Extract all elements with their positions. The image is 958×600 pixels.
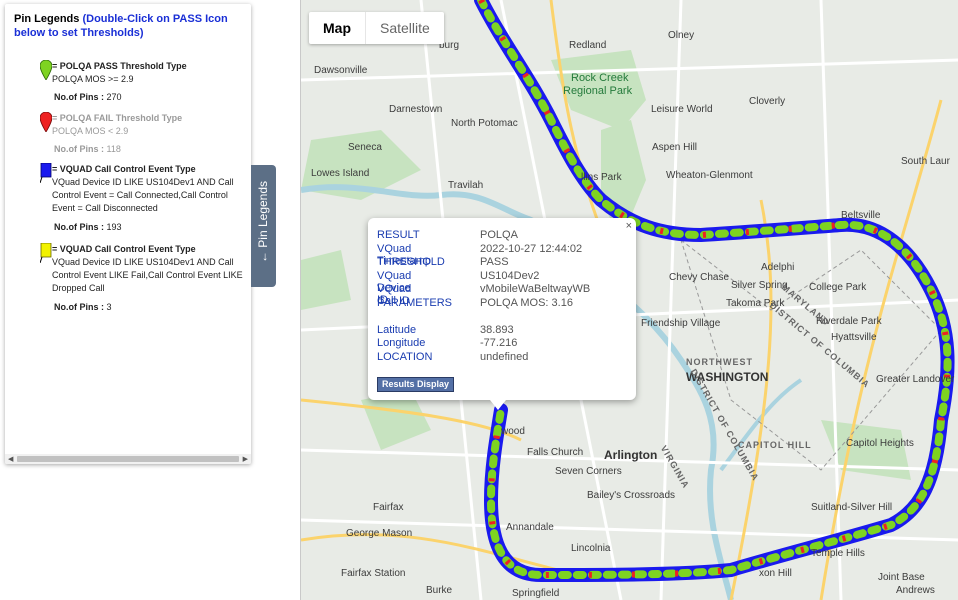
map-label: Adelphi xyxy=(761,262,795,273)
legend-entry-heading: = VQUAD Call Control Event Type xyxy=(52,164,196,174)
info-value: -77.216 xyxy=(480,337,518,349)
map-label: Hyattsville xyxy=(831,332,877,343)
map-label: Seneca xyxy=(348,142,382,153)
map-label: Rock Creek xyxy=(571,72,629,84)
map-label: College Park xyxy=(809,282,867,293)
green-pin-icon[interactable] xyxy=(40,60,52,80)
map-label: llins Park xyxy=(581,172,622,183)
tab-text: Pin Legends xyxy=(256,180,270,248)
map-label: Dawsonville xyxy=(314,65,368,76)
legend-entry-heading: = VQUAD Call Control Event Type xyxy=(52,244,196,254)
info-value: POLQA xyxy=(480,229,518,241)
map-label: George Mason xyxy=(346,528,413,539)
map-label: Travilah xyxy=(448,180,484,191)
legend-entry-desc: VQuad Device ID LIKE US104Dev1 AND Call … xyxy=(52,177,234,213)
map-label: Andrews xyxy=(896,585,935,596)
map-label: Springfield xyxy=(512,588,560,599)
map-label: Fairfax Station xyxy=(341,568,406,579)
pin-legends-tab-label: ← Pin Legends xyxy=(256,162,270,282)
map-type-control: Map Satellite xyxy=(309,12,444,44)
legend-entry-count: No.of Pins : 118 xyxy=(54,143,121,156)
map-label: wood xyxy=(501,426,525,437)
legend-entry-heading: = POLQA FAIL Threshold Type xyxy=(52,113,183,123)
scroll-left-icon[interactable]: ◀ xyxy=(8,455,13,463)
legend-title: Pin Legends (Double-Click on PASS Icon b… xyxy=(14,12,244,40)
map-label: xon Hill xyxy=(759,568,792,579)
pin-legends-toggle-tab[interactable]: ← Pin Legends xyxy=(251,165,276,287)
map-label: South Laur xyxy=(901,156,950,167)
map-label: Cloverly xyxy=(749,96,786,107)
scroll-right-icon[interactable]: ▶ xyxy=(243,455,248,463)
map-label: Greater Landover xyxy=(876,374,955,385)
map-label: Olney xyxy=(668,30,695,41)
map-type-satellite-button[interactable]: Satellite xyxy=(365,12,444,44)
info-key: Latitude xyxy=(377,323,417,336)
map-label: Arlington xyxy=(604,448,658,462)
map-label: Burke xyxy=(426,585,453,596)
info-value: undefined xyxy=(480,350,529,363)
map-label: Annandale xyxy=(506,522,554,533)
pin-info-window: × RESULT POLQA VQuad Timestamp 2022-10-27 … xyxy=(368,218,636,410)
info-value: PASS xyxy=(480,256,509,268)
blue-flag-icon xyxy=(40,163,52,183)
map-label: Wheaton-Glenmont xyxy=(666,170,753,181)
map-label: Redland xyxy=(569,40,607,51)
map-label: Darnestown xyxy=(389,104,443,115)
arrow-left-icon: ← xyxy=(256,251,270,264)
info-value: POLQA MOS: 3.16 xyxy=(480,296,573,309)
map-label: Temple Hills xyxy=(811,548,865,559)
yellow-flag-icon xyxy=(40,243,52,263)
legend-entry-desc: VQuad Device ID LIKE US104Dev1 AND Call … xyxy=(52,257,243,293)
legend-entry-count: No.of Pins : 270 xyxy=(54,91,122,104)
count-label: No.of Pins : xyxy=(54,92,104,102)
map-label: Regional Park xyxy=(563,85,633,97)
map-type-map-button[interactable]: Map xyxy=(309,12,365,44)
count-value: 3 xyxy=(106,302,112,312)
legend-entry-count: No.of Pins : 193 xyxy=(54,221,122,234)
map-label: NORTHWEST xyxy=(686,357,753,367)
legend-entry-count: No.of Pins : 3 xyxy=(54,301,112,314)
info-key: PARAMETERS xyxy=(377,296,452,309)
count-label: No.of Pins : xyxy=(54,222,104,232)
info-value: 38.893 xyxy=(480,323,514,336)
count-value: 193 xyxy=(106,222,122,232)
count-label: No.of Pins : xyxy=(54,144,104,154)
map-label: Bailey's Crossroads xyxy=(587,490,676,501)
map-label: Friendship Village xyxy=(641,318,721,329)
map-label: Leisure World xyxy=(651,104,713,115)
info-key: Longitude xyxy=(377,337,426,349)
map-label: Capitol Heights xyxy=(846,438,914,449)
legend-horizontal-scrollbar[interactable]: ◀ ▶ xyxy=(5,454,251,464)
results-display-button[interactable]: Results Display xyxy=(377,377,455,392)
map-label: Fairfax xyxy=(373,502,404,513)
legend-entry-desc: POLQA MOS < 2.9 xyxy=(52,126,129,136)
info-value: vMobileWaBeltwayWB xyxy=(480,283,591,295)
map-label: CAPITOL HILL xyxy=(738,440,812,450)
info-key: THRESHOLD xyxy=(377,256,445,268)
map-label: Joint Base xyxy=(878,572,925,583)
map-label: Aspen Hill xyxy=(652,142,698,153)
map-label: Beltsville xyxy=(841,210,881,221)
count-value: 270 xyxy=(106,92,122,102)
count-label: No.of Pins : xyxy=(54,302,104,312)
map-label: North Potomac xyxy=(451,118,518,129)
map-label: Falls Church xyxy=(527,447,584,458)
count-value: 118 xyxy=(106,144,121,154)
info-value: US104Dev2 xyxy=(480,269,540,282)
close-icon[interactable]: × xyxy=(626,220,632,232)
info-key: RESULT xyxy=(377,229,420,241)
legend-entry-heading: = POLQA PASS Threshold Type xyxy=(52,61,187,71)
legend-entry-desc: POLQA MOS >= 2.9 xyxy=(52,74,134,84)
map-label: Lincolnia xyxy=(571,543,611,554)
map-label: Chevy Chase xyxy=(669,272,730,283)
info-key: LOCATION xyxy=(377,350,433,363)
map-label: Lowes Island xyxy=(311,168,370,179)
scrollbar-thumb[interactable] xyxy=(17,456,239,462)
map-label: Seven Corners xyxy=(555,466,622,477)
red-pin-icon xyxy=(40,112,52,132)
info-value: 2022-10-27 12:44:02 xyxy=(480,242,583,255)
map-label: Suitland-Silver Hill xyxy=(811,502,893,513)
pin-legend-panel: Pin Legends (Double-Click on PASS Icon b… xyxy=(5,4,251,464)
legend-title-text: Pin Legends xyxy=(14,13,80,25)
